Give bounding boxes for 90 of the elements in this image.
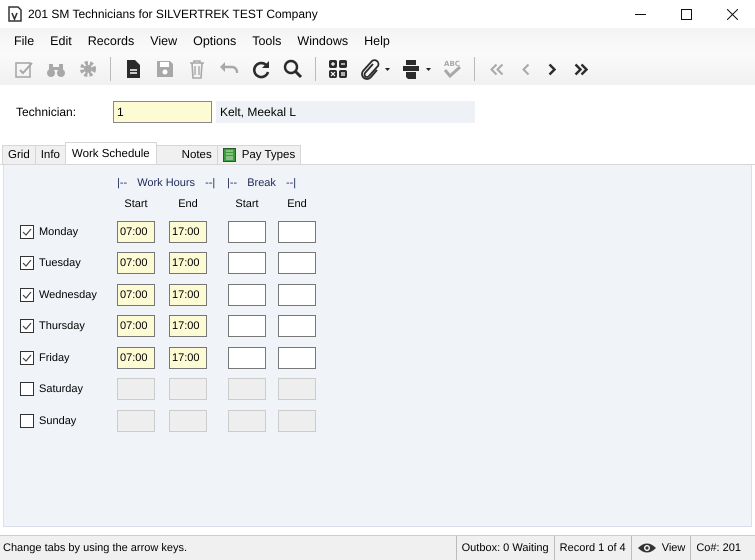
search-icon xyxy=(282,58,304,80)
technician-field[interactable]: 1 xyxy=(113,101,212,123)
caret-icon xyxy=(426,68,431,70)
chevron-right-icon xyxy=(548,62,556,76)
break-field[interactable] xyxy=(278,220,316,243)
time-field[interactable]: 17:00 xyxy=(169,315,207,338)
bracket-mark: --| xyxy=(205,177,216,189)
menu-item[interactable]: Edit xyxy=(42,34,80,48)
day-checkbox[interactable] xyxy=(20,288,34,302)
day-label: Monday xyxy=(39,226,78,238)
eye-icon xyxy=(636,542,657,554)
mode-status: View xyxy=(662,542,686,554)
day-checkbox[interactable] xyxy=(20,350,34,365)
tab[interactable]: Grid xyxy=(2,145,36,164)
menu-item[interactable]: View xyxy=(142,34,186,48)
app-icon xyxy=(8,6,22,22)
double-left-icon xyxy=(490,62,504,76)
window-title: 201 SM Technicians for SILVERTREK TEST Company xyxy=(28,7,319,21)
time-field[interactable]: 17:00 xyxy=(169,346,207,369)
time-field[interactable] xyxy=(117,410,155,432)
maximize-icon xyxy=(680,8,692,20)
break-field[interactable] xyxy=(228,220,266,243)
break-field[interactable] xyxy=(228,252,266,274)
break-field[interactable] xyxy=(278,378,316,400)
bracket-mark: |-- xyxy=(117,177,128,189)
calculator-icon xyxy=(327,58,349,80)
day-label: Saturday xyxy=(39,383,84,396)
double-right-icon xyxy=(574,62,588,76)
bracket-mark: |-- xyxy=(227,177,238,189)
break-field[interactable] xyxy=(278,284,316,306)
column-header: Start xyxy=(123,198,149,210)
day-label: Tuesday xyxy=(39,257,81,270)
field-label: Technician: xyxy=(16,105,78,119)
printer-icon xyxy=(400,58,422,80)
menu-item[interactable]: Options xyxy=(185,34,244,48)
tab[interactable]: Notes xyxy=(156,145,218,164)
close-icon xyxy=(726,8,738,20)
break-field[interactable] xyxy=(278,346,316,369)
group-header: Work Hours xyxy=(137,177,196,189)
break-field[interactable] xyxy=(228,284,266,306)
time-field[interactable]: 07:00 xyxy=(117,220,155,243)
time-field[interactable]: 07:00 xyxy=(117,346,155,369)
company-status: Co#: 201 xyxy=(690,536,755,560)
record-status: Record 1 of 4 xyxy=(554,536,631,560)
outbox-status: Outbox: 0 Waiting xyxy=(456,536,554,560)
menu-item[interactable]: Tools xyxy=(244,34,290,48)
tab[interactable]: Pay Types xyxy=(216,145,302,164)
time-field[interactable]: 17:00 xyxy=(169,284,207,306)
day-checkbox[interactable] xyxy=(20,382,34,396)
time-field[interactable] xyxy=(169,410,207,432)
spreadsheet-icon xyxy=(222,148,236,162)
menu-item[interactable]: Windows xyxy=(289,34,356,48)
tab[interactable]: Info xyxy=(34,145,66,164)
break-field[interactable] xyxy=(228,346,266,369)
status-message: Change tabs by using the arrow keys. xyxy=(2,542,188,554)
column-header: End xyxy=(177,198,199,210)
break-field[interactable] xyxy=(278,252,316,274)
day-checkbox[interactable] xyxy=(20,256,34,270)
break-field[interactable] xyxy=(278,410,316,432)
column-header: Start xyxy=(234,198,260,210)
day-checkbox[interactable] xyxy=(20,319,34,334)
save-icon xyxy=(154,58,176,80)
day-label: Wednesday xyxy=(39,288,97,301)
break-field[interactable] xyxy=(228,410,266,432)
menu-item[interactable]: Records xyxy=(80,34,142,48)
chevron-left-icon xyxy=(522,62,530,76)
day-label: Thursday xyxy=(39,320,85,332)
time-field[interactable]: 07:00 xyxy=(117,252,155,274)
caret-icon xyxy=(385,68,390,70)
gear-icon xyxy=(77,58,99,80)
time-field[interactable]: 07:00 xyxy=(117,284,155,306)
bracket-mark: --| xyxy=(286,177,296,189)
time-field[interactable]: 17:00 xyxy=(169,220,207,243)
day-label: Sunday xyxy=(39,414,76,427)
break-field[interactable] xyxy=(228,315,266,338)
time-field[interactable] xyxy=(117,378,155,400)
day-label: Friday xyxy=(39,352,70,364)
time-field[interactable]: 17:00 xyxy=(169,252,207,274)
column-header: End xyxy=(286,198,308,210)
time-field[interactable] xyxy=(169,378,207,400)
menu-item[interactable]: File xyxy=(6,34,42,48)
paperclip-icon xyxy=(359,58,381,80)
day-checkbox[interactable] xyxy=(20,414,34,428)
time-field[interactable]: 07:00 xyxy=(117,315,155,338)
break-field[interactable] xyxy=(278,315,316,338)
day-checkbox[interactable] xyxy=(20,224,34,239)
menu-item[interactable]: Help xyxy=(356,34,398,48)
group-header: Break xyxy=(247,177,276,189)
break-field[interactable] xyxy=(228,378,266,400)
technician-name: Kelt, Meekal L xyxy=(216,101,475,123)
